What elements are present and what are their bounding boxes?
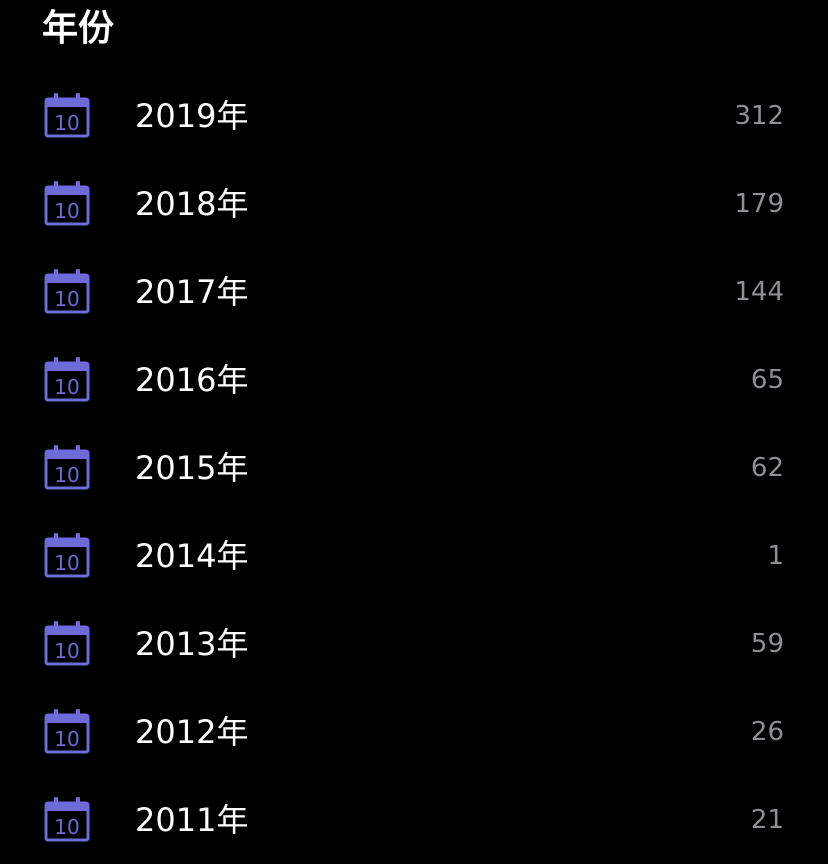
year-row[interactable]: 10 2019年 312: [0, 72, 828, 160]
calendar-icon: 10: [44, 444, 90, 490]
calendar-day-number: 10: [54, 727, 79, 751]
year-count: 59: [750, 629, 784, 659]
calendar-day-number: 10: [54, 551, 79, 575]
calendar-icon: 10: [44, 796, 90, 842]
calendar-icon: 10: [44, 92, 90, 138]
calendar-icon-graphic: 10: [44, 533, 90, 578]
year-label: 2011年: [135, 801, 249, 839]
year-label: 2018年: [135, 185, 249, 223]
calendar-icon: 10: [44, 532, 90, 578]
calendar-icon-graphic: 10: [44, 709, 90, 754]
calendar-icon: 10: [44, 180, 90, 226]
calendar-icon-graphic: 10: [44, 445, 90, 490]
year-label: 2013年: [135, 625, 249, 663]
calendar-day-number: 10: [54, 199, 79, 223]
year-row[interactable]: 10 2012年 26: [0, 688, 828, 776]
year-label: 2012年: [135, 713, 249, 751]
calendar-icon-graphic: 10: [44, 621, 90, 666]
year-label: 2015年: [135, 449, 249, 487]
calendar-day-number: 10: [54, 463, 79, 487]
calendar-day-number: 10: [54, 639, 79, 663]
calendar-icon-graphic: 10: [44, 357, 90, 402]
calendar-day-number: 10: [54, 111, 79, 135]
calendar-icon-graphic: 10: [44, 269, 90, 314]
calendar-icon: 10: [44, 708, 90, 754]
year-label: 2017年: [135, 273, 249, 311]
year-row[interactable]: 10 2016年 65: [0, 336, 828, 424]
year-count: 62: [750, 453, 784, 483]
year-row[interactable]: 10 2011年 21: [0, 776, 828, 864]
year-count: 179: [734, 189, 784, 219]
calendar-day-number: 10: [54, 375, 79, 399]
section-title: 年份: [42, 8, 115, 49]
year-count: 144: [734, 277, 784, 307]
year-label: 2019年: [135, 97, 249, 135]
year-row[interactable]: 10 2015年 62: [0, 424, 828, 512]
year-count: 1: [767, 541, 784, 571]
year-count: 26: [750, 717, 784, 747]
year-count: 65: [750, 365, 784, 395]
year-count: 312: [734, 101, 784, 131]
year-label: 2014年: [135, 537, 249, 575]
calendar-icon-graphic: 10: [44, 181, 90, 226]
year-row[interactable]: 10 2013年 59: [0, 600, 828, 688]
year-list: 10 2019年 312 10 2018年 179 10 2017年 144 1…: [0, 72, 828, 864]
year-label: 2016年: [135, 361, 249, 399]
calendar-icon: 10: [44, 620, 90, 666]
calendar-icon-graphic: 10: [44, 93, 90, 138]
calendar-icon: 10: [44, 356, 90, 402]
calendar-icon-graphic: 10: [44, 797, 90, 842]
calendar-day-number: 10: [54, 815, 79, 839]
year-count: 21: [750, 805, 784, 835]
calendar-icon: 10: [44, 268, 90, 314]
year-row[interactable]: 10 2018年 179: [0, 160, 828, 248]
calendar-day-number: 10: [54, 287, 79, 311]
year-row[interactable]: 10 2017年 144: [0, 248, 828, 336]
year-row[interactable]: 10 2014年 1: [0, 512, 828, 600]
